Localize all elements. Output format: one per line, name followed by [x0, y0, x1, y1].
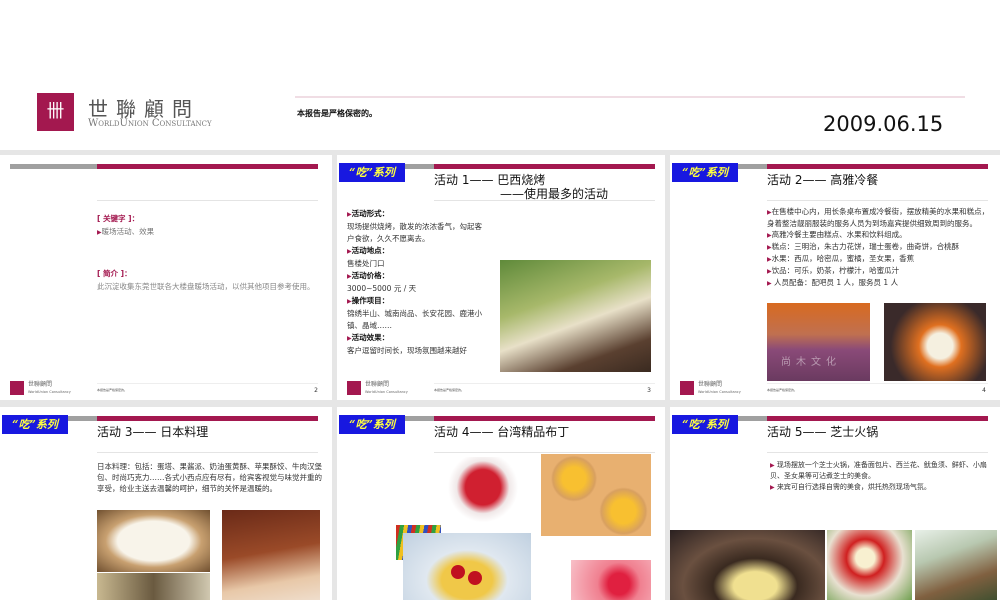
detail-text: 3000~5000 元 / 天	[347, 284, 417, 293]
detail-item: ▶ 人员配备：配吧员 1 人，服务员 1 人	[767, 278, 899, 287]
header-bar-gray	[10, 164, 97, 169]
detail-item: ▶在售楼中心内，用长条桌布置成冷餐街，摆放精美的水果和糕点，身着整洁靓丽服装的服…	[767, 207, 990, 228]
buffet-photo: 尚木文化	[767, 303, 870, 381]
detail-item: ▶糕点：三明治，朱古力花饼，瑞士蛋卷，曲奇饼，合桃酥	[767, 242, 960, 251]
detail-heading: ▶活动地点：	[347, 246, 390, 255]
footer-logo-icon	[347, 381, 361, 395]
mango-pudding-photo	[541, 454, 651, 536]
title-divider	[434, 452, 655, 453]
slide-title: 活动 5—— 芝士火锅	[767, 425, 879, 439]
detail-text: 售楼处门口	[347, 259, 385, 268]
page-number: 3	[647, 387, 651, 394]
footer-logo-icon	[10, 381, 24, 395]
header-line	[295, 96, 965, 98]
footer-logo-text: 世聯顧問 WorldUnion Consultancy	[365, 381, 408, 394]
header-bar-accent	[97, 416, 318, 421]
detail-heading: ▶活动形式：	[347, 209, 390, 218]
detail-text: 现场提供烧烤，散发的浓浓香气，勾起客户食欲，久久不愿离去。	[347, 222, 482, 243]
report-date: 2009.06.15	[823, 112, 944, 136]
bbq-photo	[500, 260, 651, 372]
intro-label: [ 简介 ]：	[97, 269, 132, 278]
cover-slide[interactable]: 卌 世聯顧問 WorldUnion Consultancy 本报告是严格保密的。…	[0, 0, 1000, 150]
detail-heading: ▶操作项目：	[347, 296, 390, 305]
footer-note: 本报告是严格保密的。	[767, 388, 798, 392]
slide-title: 活动 2—— 高雅冷餐	[767, 173, 879, 187]
jelly-dessert-photo	[571, 560, 651, 600]
detail-heading: ▶活动效果：	[347, 333, 390, 342]
strawberry-dessert-photo	[442, 457, 524, 529]
series-badge: “吃”系列	[2, 415, 68, 434]
cherry-pudding-photo	[403, 533, 531, 600]
cherry-icon	[468, 571, 482, 585]
detail-item: ▶ 来宾可自行选择自需的美食，烘托热烈现场气氛。	[770, 483, 931, 491]
series-badge: “吃”系列	[339, 415, 405, 434]
activity-details: ▶活动形式： 现场提供烧烤，散发的浓浓香气，勾起客户食欲，久久不愿离去。 ▶活动地…	[347, 208, 482, 357]
title-divider	[767, 200, 988, 201]
detail-text: 锦绣半山、城南尚品、长安花园、鹿港小镇、晶域……	[347, 309, 482, 330]
detail-item: ▶饮品：可乐，奶茶，柠檬汁，哈蜜瓜汁	[767, 266, 900, 275]
slide-title: 活动 3—— 日本料理	[97, 425, 209, 439]
detail-item: ▶高雅冷餐主要由糕点、水果和饮料组成。	[767, 230, 907, 239]
fondue-pot-photo	[827, 530, 912, 600]
keyword-text: ▶暖场活动、效果	[97, 227, 155, 236]
footer-logo-text: 世聯顧問 WorldUnion Consultancy	[28, 381, 71, 394]
confidential-note: 本报告是严格保密的。	[297, 109, 377, 118]
slide-title: 活动 4—— 台湾精品布丁	[434, 425, 570, 439]
page-number: 4	[982, 387, 986, 394]
header-bar-accent	[767, 416, 988, 421]
watermark: 尚木文化	[781, 357, 841, 368]
pastry-photo	[97, 510, 210, 572]
slide-thumbnail-6[interactable]: “吃”系列 活动 4—— 台湾精品布丁	[337, 407, 665, 600]
footer-line	[434, 383, 655, 384]
footer-note: 本报告是严格保密的。	[97, 388, 128, 392]
header-bar-accent	[434, 416, 655, 421]
footer-note: 本报告是严格保密的。	[434, 388, 465, 392]
logo-mark: 卌	[37, 93, 74, 131]
detail-item: ▶ 现场摆放一个芝士火锅，准备面包片、西兰花、鱿鱼须、鲜虾、小扇贝、圣女果等可沾…	[770, 461, 987, 480]
activity-details: ▶在售楼中心内，用长条桌布置成冷餐街，摆放精美的水果和糕点，身着整洁靓丽服装的服…	[767, 206, 992, 289]
slide-thumbnail-5[interactable]: “吃”系列 活动 3—— 日本料理 日本料理：包括：蛋塔、果酱派、奶油蛋黄酥、苹…	[0, 407, 332, 600]
footer-logo-icon	[680, 381, 694, 395]
slide-thumbnail-3[interactable]: “吃”系列 活动 1—— 巴西烧烤 ——使用最多的活动 ▶活动形式： 现场提供烧烤…	[337, 155, 665, 400]
detail-heading: ▶活动价格：	[347, 271, 390, 280]
series-badge: “吃”系列	[672, 163, 738, 182]
kitchen-photo	[97, 573, 210, 600]
page-number: 2	[314, 387, 318, 394]
title-divider	[434, 200, 655, 201]
fondue-dish-photo	[915, 530, 997, 600]
detail-item: ▶水果：西瓜，哈密瓜，蜜橘，圣女果，香蕉	[767, 254, 915, 263]
logo-en: WorldUnion Consultancy	[88, 118, 212, 129]
slide-thumbnail-4[interactable]: “吃”系列 活动 2—— 高雅冷餐 ▶在售楼中心内，用长条桌布置成冷餐街，摆放精…	[670, 155, 1000, 400]
activity-text: 日本料理：包括：蛋塔、果酱派、奶油蛋黄酥、苹果酥饺、牛肉汉堡包、时尚巧克力……各…	[97, 462, 322, 493]
slide-thumbnail-2[interactable]: [ 关键字 ]： ▶暖场活动、效果 [ 简介 ]： 此沉淀收集东莞世联各大楼盘暖…	[0, 155, 332, 400]
title-divider	[97, 200, 318, 201]
intro-text: 此沉淀收集东莞世联各大楼盘暖场活动，以供其他项目参考使用。	[97, 282, 315, 291]
activity-details: ▶ 现场摆放一个芝士火锅，准备面包片、西兰花、鱿鱼须、鲜虾、小扇贝、圣女果等可沾…	[770, 460, 995, 493]
slide-thumbnail-7[interactable]: “吃”系列 活动 5—— 芝士火锅 ▶ 现场摆放一个芝士火锅，准备面包片、西兰花…	[670, 407, 1000, 600]
header-bar-accent	[767, 164, 988, 169]
drinks-photo	[884, 303, 986, 381]
detail-text: 客户逗留时间长，现场氛围越来越好	[347, 346, 467, 355]
series-badge: “吃”系列	[672, 415, 738, 434]
footer-line	[767, 383, 988, 384]
header-bar-accent	[434, 164, 655, 169]
cherry-icon	[451, 565, 465, 579]
title-divider	[767, 452, 988, 453]
keyword-label: [ 关键字 ]：	[97, 214, 140, 223]
series-badge: “吃”系列	[339, 163, 405, 182]
footer-line	[97, 383, 318, 384]
fondue-table-photo	[670, 530, 825, 600]
buffet-guests-photo	[222, 510, 320, 600]
footer-logo-text: 世聯顧問 WorldUnion Consultancy	[698, 381, 741, 394]
header-bar-accent	[97, 164, 318, 169]
title-divider	[97, 452, 318, 453]
